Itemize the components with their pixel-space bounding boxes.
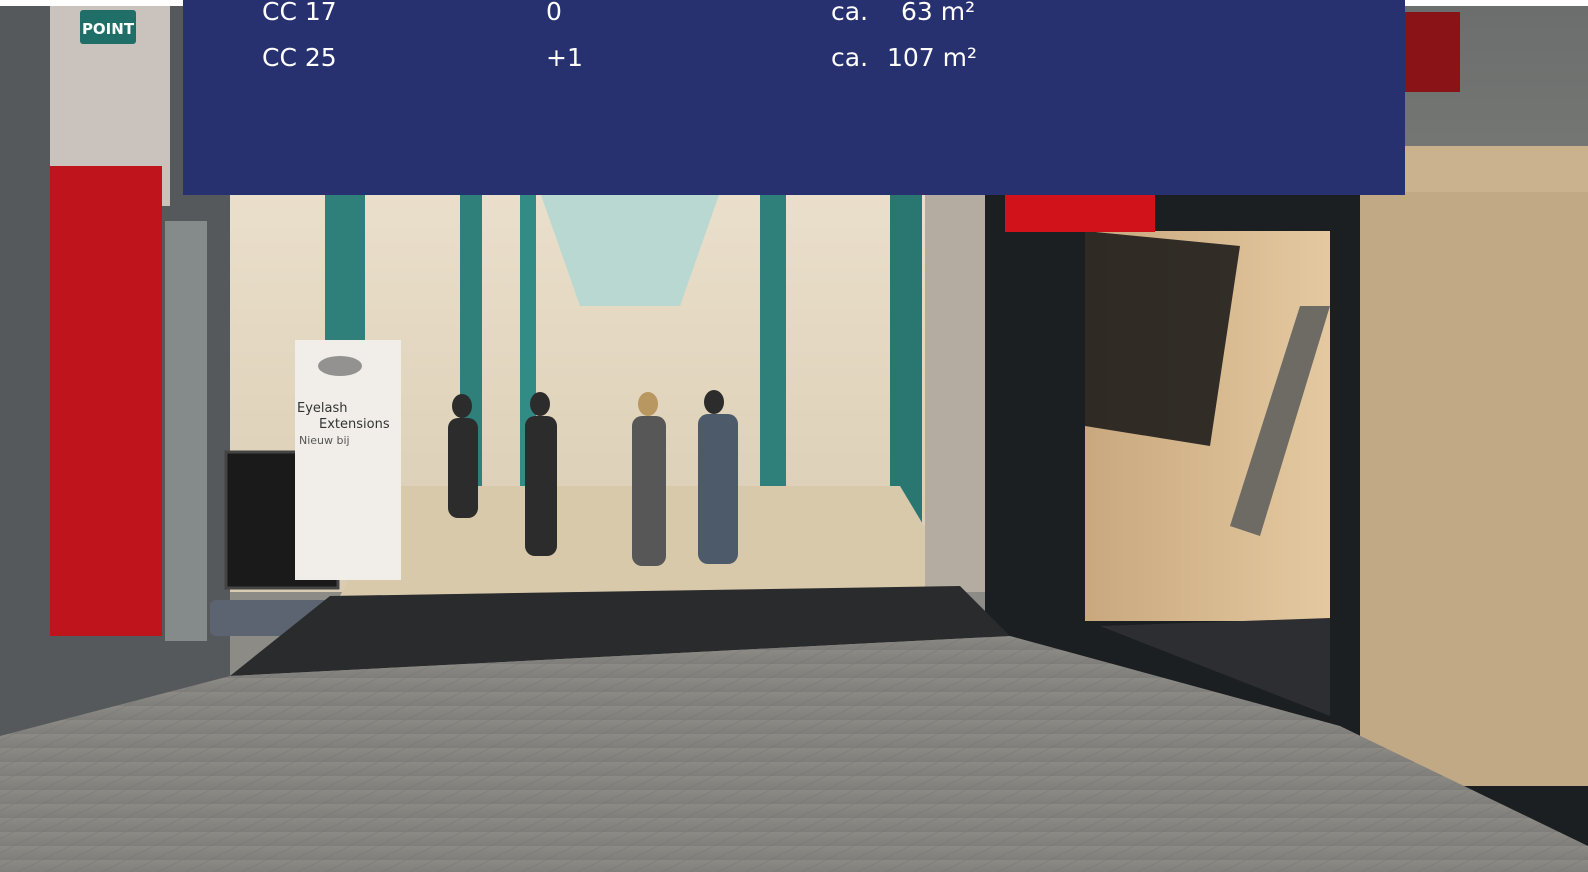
teal-column <box>760 192 786 512</box>
unit-overview-panel: CC 17 0 ca. 63 m² CC 25 +1 ca. 107 m² <box>183 0 1405 195</box>
unit-area: 107 m² <box>887 43 978 72</box>
glass-door <box>165 221 207 641</box>
unit-area: 63 m² <box>901 0 976 26</box>
point-sign-text: POINT <box>82 20 135 38</box>
nieuw-bij-text: Nieuw bij <box>299 434 350 447</box>
eyelash-text: Eyelash <box>297 401 348 416</box>
red-store-sign <box>1005 192 1155 232</box>
store-window <box>1360 146 1588 786</box>
area-approx-label: ca. <box>831 0 869 26</box>
unit-name: CC 25 <box>262 43 337 72</box>
unit-row: CC 17 0 ca. 63 m² <box>183 0 1405 30</box>
eyelash-banner <box>295 340 401 580</box>
unit-level: 0 <box>546 0 562 26</box>
unit-row: CC 25 +1 ca. 107 m² <box>183 40 1405 76</box>
extensions-text: Extensions <box>319 417 390 432</box>
red-wall <box>50 166 162 636</box>
unit-level: +1 <box>546 43 583 72</box>
area-approx-label: ca. <box>831 43 869 72</box>
pillar-right <box>925 192 985 592</box>
unit-name: CC 17 <box>262 0 337 26</box>
